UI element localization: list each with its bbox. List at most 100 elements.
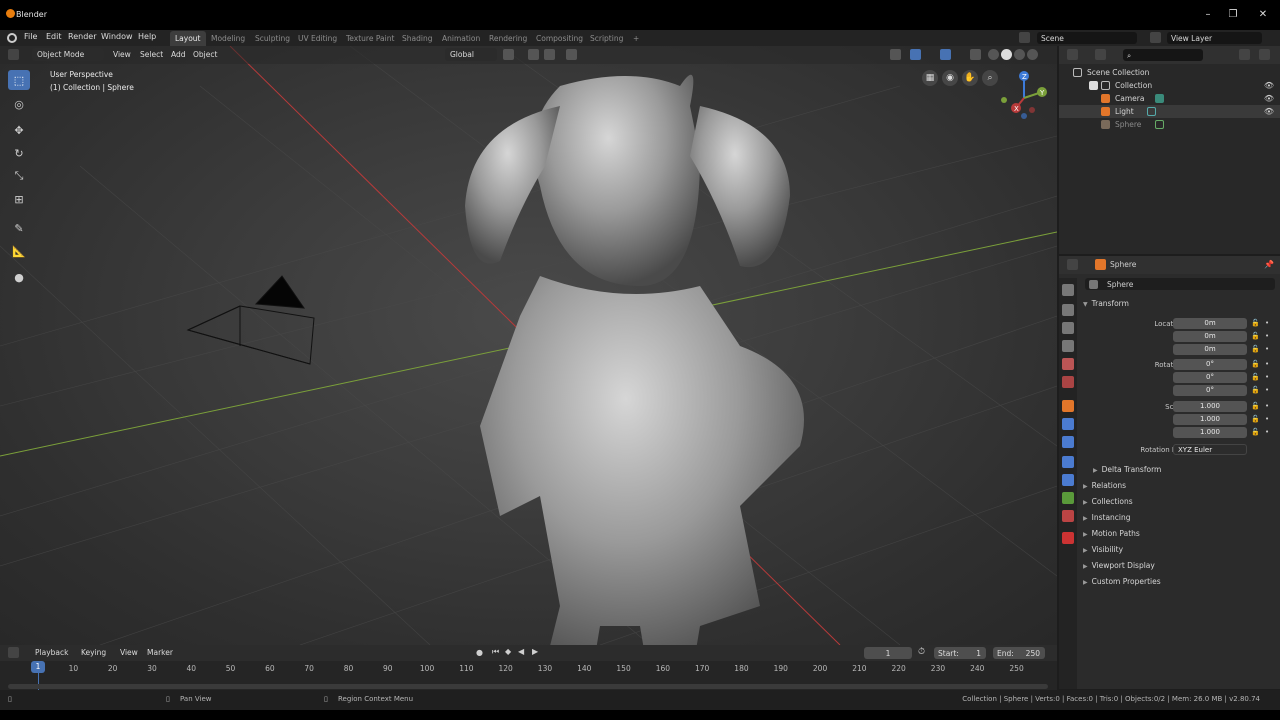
keyframe-dot-icon[interactable]: • bbox=[1265, 319, 1269, 327]
tab-shading[interactable]: Shading bbox=[397, 31, 437, 46]
current-frame-field[interactable]: 1 bbox=[864, 647, 912, 659]
cursor-tool-icon[interactable]: ◎ bbox=[8, 94, 30, 114]
object-tab-icon[interactable] bbox=[1062, 400, 1074, 412]
delta-transform-panel[interactable]: ▶ Delta Transform bbox=[1089, 462, 1280, 477]
lock-icon[interactable]: 🔓 bbox=[1251, 319, 1260, 327]
eye-icon[interactable]: 👁 bbox=[1264, 94, 1274, 103]
outliner-row-scene-collection[interactable]: Scene Collection bbox=[1059, 66, 1280, 79]
tab-rendering[interactable]: Rendering bbox=[484, 31, 532, 46]
properties-editor-icon[interactable] bbox=[1067, 259, 1078, 270]
viewport-menu-add[interactable]: Add bbox=[166, 48, 191, 61]
display-mode-icon[interactable] bbox=[1095, 49, 1106, 60]
keyframe-dot-icon[interactable]: • bbox=[1265, 402, 1269, 410]
new-collection-icon[interactable] bbox=[1259, 49, 1270, 60]
select-box-tool-icon[interactable]: ⬚ bbox=[8, 70, 30, 90]
timeline-menu-view[interactable]: View bbox=[115, 646, 143, 659]
timeline-menu-marker[interactable]: Marker bbox=[142, 646, 178, 659]
keyframe-dot-icon[interactable]: • bbox=[1265, 360, 1269, 368]
tab-compositing[interactable]: Compositing bbox=[531, 31, 588, 46]
rotation-x-field[interactable]: 0° bbox=[1173, 359, 1247, 370]
playhead[interactable]: 1 bbox=[31, 661, 45, 673]
scale-tool-icon[interactable]: ⤡ bbox=[8, 166, 30, 186]
outliner-search-input[interactable]: ⌕ bbox=[1123, 49, 1203, 61]
record-icon[interactable]: ● bbox=[476, 648, 483, 657]
constraints-tab-icon[interactable] bbox=[1062, 474, 1074, 486]
pan-hand-icon[interactable]: ✋ bbox=[962, 70, 978, 86]
tab-sculpting[interactable]: Sculpting bbox=[250, 31, 295, 46]
keyframe-dot-icon[interactable]: • bbox=[1265, 415, 1269, 423]
render-tab-icon[interactable] bbox=[1062, 304, 1074, 316]
view-layer-icon[interactable] bbox=[1150, 32, 1161, 43]
lock-icon[interactable]: 🔓 bbox=[1251, 345, 1260, 353]
rotation-mode-dropdown[interactable]: XYZ Euler bbox=[1173, 444, 1247, 455]
tab-texture-paint[interactable]: Texture Paint bbox=[341, 31, 399, 46]
modifier-tab-icon[interactable] bbox=[1062, 418, 1074, 430]
snap-icon[interactable] bbox=[528, 49, 539, 60]
visibility-icon[interactable] bbox=[890, 49, 901, 60]
lock-icon[interactable]: 🔓 bbox=[1251, 332, 1260, 340]
instancing-panel[interactable]: ▶ Instancing bbox=[1079, 510, 1277, 525]
lock-icon[interactable]: 🔓 bbox=[1251, 360, 1260, 368]
menu-render[interactable]: Render bbox=[68, 32, 96, 41]
blender-logo-icon[interactable] bbox=[7, 33, 17, 43]
mode-selector[interactable]: Object Mode bbox=[32, 48, 104, 61]
proportional-edit-icon[interactable] bbox=[566, 49, 577, 60]
data-tab-icon[interactable] bbox=[1062, 492, 1074, 504]
collections-panel[interactable]: ▶ Collections bbox=[1079, 494, 1277, 509]
location-z-field[interactable]: 0m bbox=[1173, 344, 1247, 355]
material-tab-icon[interactable] bbox=[1062, 510, 1074, 522]
measure-tool-icon[interactable]: 📐 bbox=[8, 241, 30, 261]
lock-icon[interactable]: 🔓 bbox=[1251, 373, 1260, 381]
viewport-menu-select[interactable]: Select bbox=[135, 48, 168, 61]
timeline-ruler[interactable]: 10 20 30 40 50 60 70 80 90 100 110 120 130 140 150 160 1… bbox=[0, 662, 1057, 676]
outliner-row-collection[interactable]: Collection 👁 bbox=[1059, 79, 1280, 92]
relations-panel[interactable]: ▶ Relations bbox=[1079, 478, 1277, 493]
end-frame-field[interactable]: End: 250 bbox=[993, 647, 1045, 659]
location-y-field[interactable]: 0m bbox=[1173, 331, 1247, 342]
view-layer-selector[interactable]: View Layer bbox=[1167, 32, 1262, 44]
rotation-z-field[interactable]: 0° bbox=[1173, 385, 1247, 396]
transform-tool-icon[interactable]: ⊞ bbox=[8, 189, 30, 209]
keyframe-dot-icon[interactable]: • bbox=[1265, 332, 1269, 340]
clock-icon[interactable]: ⏱ bbox=[918, 647, 925, 657]
physics-tab-icon[interactable] bbox=[1062, 456, 1074, 468]
pivot-point-icon[interactable] bbox=[503, 49, 514, 60]
custom-properties-panel[interactable]: ▶ Custom Properties bbox=[1079, 574, 1277, 589]
outliner-row-sphere[interactable]: Sphere bbox=[1059, 118, 1280, 131]
menu-help[interactable]: Help bbox=[138, 32, 156, 41]
scene-tab-icon[interactable] bbox=[1062, 358, 1074, 370]
add-cube-tool-icon[interactable]: ● bbox=[8, 267, 30, 287]
filter-icon[interactable] bbox=[1239, 49, 1250, 60]
rotate-tool-icon[interactable]: ↻ bbox=[8, 143, 30, 163]
lock-icon[interactable]: 🔓 bbox=[1251, 402, 1260, 410]
visibility-panel[interactable]: ▶ Visibility bbox=[1079, 542, 1277, 557]
show-gizmo-icon[interactable] bbox=[910, 49, 921, 60]
tab-layout[interactable]: Layout bbox=[170, 31, 206, 46]
play-reverse-icon[interactable]: ◀ bbox=[518, 647, 524, 656]
restore-icon[interactable]: ❐ bbox=[1225, 8, 1241, 22]
timeline-menu-keying[interactable]: Keying bbox=[76, 646, 111, 659]
camera-object[interactable] bbox=[186, 275, 315, 365]
keyframe-dot-icon[interactable]: • bbox=[1265, 428, 1269, 436]
move-tool-icon[interactable]: ✥ bbox=[8, 120, 30, 140]
location-x-field[interactable]: 0m bbox=[1173, 318, 1247, 329]
shading-material-icon[interactable] bbox=[1014, 49, 1025, 60]
scene-icon[interactable] bbox=[1019, 32, 1030, 43]
minimize-icon[interactable]: – bbox=[1200, 8, 1216, 22]
tab-modeling[interactable]: Modeling bbox=[206, 31, 250, 46]
scale-x-field[interactable]: 1.000 bbox=[1173, 401, 1247, 412]
shading-solid-icon[interactable] bbox=[1001, 49, 1012, 60]
motion-paths-panel[interactable]: ▶ Motion Paths bbox=[1079, 526, 1277, 541]
lock-icon[interactable]: 🔓 bbox=[1251, 386, 1260, 394]
scale-y-field[interactable]: 1.000 bbox=[1173, 414, 1247, 425]
tool-tab-icon[interactable] bbox=[1062, 284, 1074, 296]
view-layer-tab-icon[interactable] bbox=[1062, 340, 1074, 352]
eye-icon[interactable]: 👁 bbox=[1264, 107, 1274, 116]
transform-panel-header[interactable]: ▼ Transform bbox=[1079, 296, 1277, 311]
menu-edit[interactable]: Edit bbox=[46, 32, 62, 41]
transform-orientation-selector[interactable]: Global bbox=[445, 48, 497, 61]
object-name-field[interactable]: Sphere bbox=[1085, 278, 1275, 290]
3d-viewport[interactable]: Object Mode View Select Add Object Globa… bbox=[0, 46, 1057, 645]
play-icon[interactable]: ▶ bbox=[532, 647, 538, 656]
outliner-row-light[interactable]: Light 👁 bbox=[1059, 105, 1280, 118]
